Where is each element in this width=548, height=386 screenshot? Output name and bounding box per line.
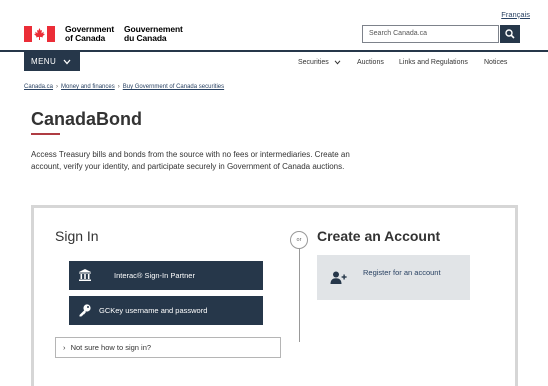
nav-item-securities[interactable]: Securities (298, 59, 341, 66)
nav-item-auctions[interactable]: Auctions (357, 59, 384, 66)
interac-signin-label: Interac® Sign-In Partner (114, 271, 195, 280)
signin-help-toggle[interactable]: › Not sure how to sign in? (55, 337, 281, 358)
register-account-button[interactable]: Register for an account (317, 255, 470, 300)
breadcrumb-link-canada[interactable]: Canada.ca (24, 84, 53, 90)
search-input[interactable]: Search Canada.ca (362, 25, 499, 43)
breadcrumb-link-buy-securities[interactable]: Buy Government of Canada securities (123, 84, 224, 90)
signin-heading: Sign In (55, 228, 99, 244)
chevron-right-icon: › (117, 84, 120, 90)
menu-label: MENU (31, 57, 57, 66)
or-divider-badge: or (290, 231, 308, 249)
nav-item-notices[interactable]: Notices (484, 59, 507, 66)
intro-text: Access Treasury bills and bonds from the… (31, 150, 350, 171)
chevron-right-icon: › (63, 343, 66, 352)
add-user-icon (330, 271, 347, 284)
gckey-signin-button[interactable]: GCKey username and password (69, 296, 263, 325)
bank-icon (79, 269, 91, 281)
header-divider (0, 50, 548, 52)
nav-item-links-regulations[interactable]: Links and Regulations (399, 59, 468, 66)
signin-help-label: Not sure how to sign in? (70, 343, 152, 352)
menu-button[interactable]: MENU (24, 52, 80, 71)
search-placeholder: Search Canada.ca (369, 30, 427, 37)
signature-english: Government of Canada (65, 24, 115, 43)
breadcrumb-link-money-finances[interactable]: Money and finances (61, 84, 115, 90)
search-icon (505, 29, 515, 39)
chevron-right-icon: › (56, 84, 59, 90)
gckey-signin-label: GCKey username and password (99, 306, 208, 315)
or-divider-line (299, 247, 300, 342)
chevron-down-icon (63, 59, 71, 65)
canada-flag-icon (24, 26, 55, 42)
title-underline (31, 133, 60, 135)
search-button[interactable] (500, 25, 520, 43)
create-account-heading: Create an Account (317, 228, 441, 244)
register-account-label: Register for an account (363, 268, 441, 277)
key-icon (79, 304, 91, 317)
breadcrumb: Canada.ca › Money and finances › Buy Governm… (24, 84, 224, 90)
signature-french: Gouvernement du Canada (124, 24, 183, 43)
page-title: CanadaBond (31, 109, 143, 129)
language-toggle-link[interactable]: Français (501, 10, 530, 19)
chevron-down-icon (334, 60, 341, 65)
interac-signin-button[interactable]: Interac® Sign-In Partner (69, 261, 263, 290)
